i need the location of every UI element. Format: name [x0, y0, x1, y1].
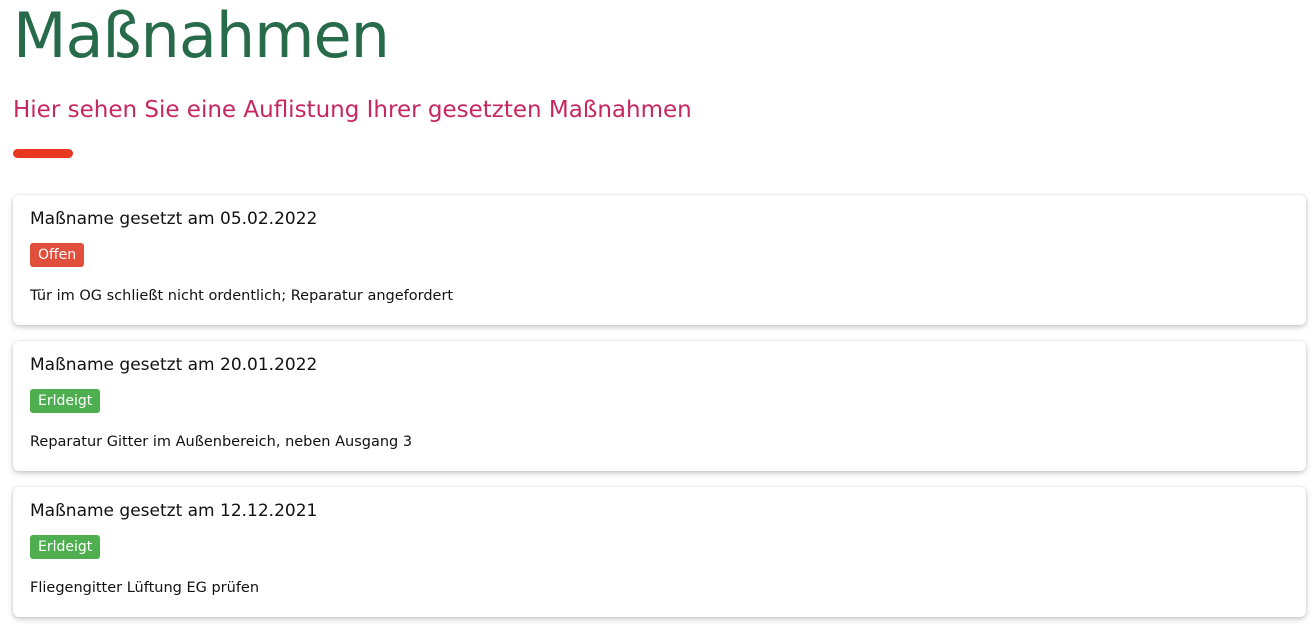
status-badge-done: Erldeigt	[30, 389, 101, 413]
measure-title: Maßname gesetzt am 12.12.2021	[30, 501, 318, 521]
measure-card[interactable]: Maßname gesetzt am 20.01.2022 Erldeigt R…	[13, 341, 1306, 471]
title-accent-bar	[13, 149, 73, 158]
measures-page: Maßnahmen Hier sehen Sie eine Auflistung…	[0, 0, 1316, 629]
measure-description: Tür im OG schließt nicht ordentlich; Rep…	[30, 288, 454, 304]
measure-title: Maßname gesetzt am 20.01.2022	[30, 355, 318, 375]
status-badge-done: Erldeigt	[30, 535, 101, 559]
measure-card[interactable]: Maßname gesetzt am 05.02.2022 Offen Tür …	[13, 195, 1306, 325]
page-subtitle: Hier sehen Sie eine Auflistung Ihrer ges…	[13, 97, 692, 123]
measure-description: Reparatur Gitter im Außenbereich, neben …	[30, 434, 413, 450]
measure-title: Maßname gesetzt am 05.02.2022	[30, 209, 318, 229]
measure-card[interactable]: Maßname gesetzt am 12.12.2021 Erldeigt F…	[13, 487, 1306, 617]
page-title: Maßnahmen	[13, 0, 390, 72]
measure-description: Fliegengitter Lüftung EG prüfen	[30, 580, 260, 596]
status-badge-open: Offen	[30, 243, 85, 267]
